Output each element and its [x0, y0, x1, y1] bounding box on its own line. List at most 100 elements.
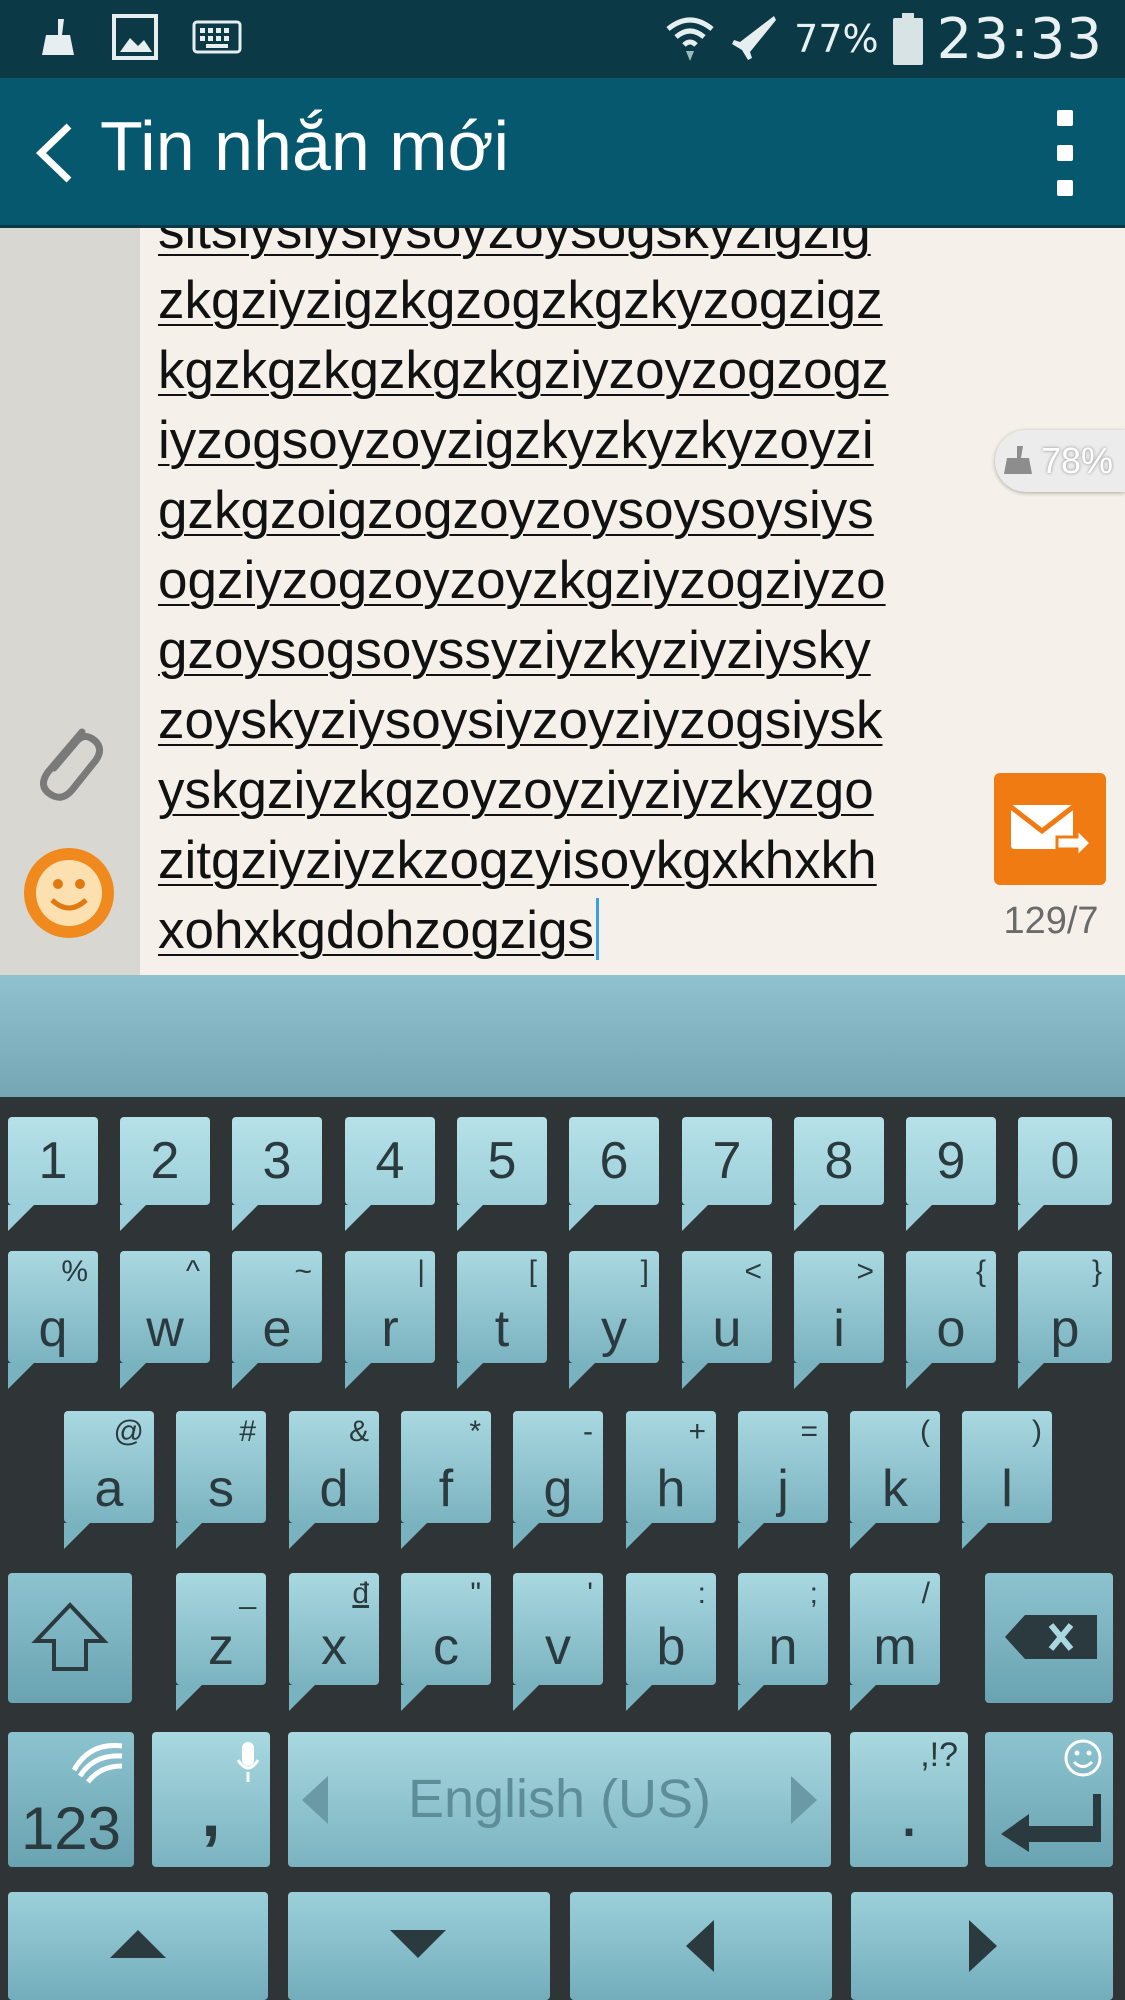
key-d[interactable]: & d [289, 1411, 379, 1549]
screen: 77% 23:33 Tin nhắn mới sitsiysiysiysoyzo… [0, 0, 1125, 2000]
key-6[interactable]: 6 [569, 1117, 659, 1231]
key-2[interactable]: 2 [120, 1117, 210, 1231]
key-s[interactable]: # s [176, 1411, 266, 1549]
broom-icon [1003, 446, 1032, 474]
backspace-key[interactable] [985, 1573, 1113, 1703]
key-x[interactable]: đx [289, 1573, 379, 1711]
key-p[interactable]: } p [1018, 1251, 1112, 1389]
key-y[interactable]: ] y [569, 1251, 659, 1389]
broom-icon [38, 15, 78, 63]
comma-key[interactable]: , [152, 1732, 270, 1867]
battery-saver-percent: 78% [1040, 440, 1113, 481]
character-counter: 129/7 [1003, 900, 1099, 942]
smiley-icon [36, 860, 102, 926]
keyboard: 1 2 3 4 5 6 7 8 9 0 % q ^ w ~ e | r [t ] y < u… [0, 1097, 1125, 2000]
key-7[interactable]: 7 [682, 1117, 772, 1231]
message-line: zkgziyzigzkgzogzkgzkyzogzigz [158, 271, 883, 330]
arrow-right-icon [791, 1776, 817, 1824]
key-l[interactable]: ) l [962, 1411, 1052, 1549]
arrow-left-key[interactable] [570, 1892, 832, 2000]
key-w[interactable]: ^ w [120, 1251, 210, 1389]
paperclip-icon [40, 728, 103, 801]
message-line: ogziyzogzoyzoyzkgziyzogziyzo [158, 551, 886, 610]
chevron-left-icon [35, 123, 72, 183]
arrow-down-icon [390, 1930, 446, 1958]
airplane-mode-icon [730, 12, 780, 66]
key-5[interactable]: 5 [457, 1117, 547, 1231]
enter-key[interactable] [985, 1732, 1113, 1867]
key-r[interactable]: | r [345, 1251, 435, 1389]
key-v[interactable]: ' v [513, 1573, 603, 1711]
compose-area: sitsiysiysiysoyzoysogskyzigzig zkgziyzig… [0, 228, 1125, 975]
key-b[interactable]: :b [626, 1573, 716, 1711]
key-a[interactable]: @ a [64, 1411, 154, 1549]
key-i[interactable]: > i [794, 1251, 884, 1389]
key-m[interactable]: / m [850, 1573, 940, 1711]
keyboard-icon [192, 20, 242, 58]
page-title: Tin nhắn mới [100, 107, 510, 185]
key-9[interactable]: 9 [906, 1117, 996, 1231]
shift-icon [31, 1602, 109, 1671]
key-q[interactable]: % q [8, 1251, 98, 1389]
key-h[interactable]: + h [626, 1411, 716, 1549]
key-k[interactable]: (k [850, 1411, 940, 1549]
key-t[interactable]: [t [457, 1251, 547, 1389]
arrow-left-icon [686, 1920, 714, 1972]
status-right-icons: 77% 23:33 [664, 0, 1103, 78]
wifi-icon [664, 11, 716, 67]
key-u[interactable]: < u [682, 1251, 772, 1389]
message-line: xohxkgdohzogzigs [158, 901, 595, 960]
arrow-up-key[interactable] [8, 1892, 268, 2000]
arrow-up-icon [110, 1930, 166, 1958]
back-button[interactable] [20, 116, 90, 190]
status-left-icons [38, 14, 242, 64]
message-input[interactable]: sitsiysiysiysoyzoysogskyzigzig zkgziyzig… [158, 228, 978, 966]
message-line-last: xohxkgdohzogzigs [158, 896, 978, 966]
status-bar: 77% 23:33 [0, 0, 1125, 78]
app-bar: Tin nhắn mới [0, 78, 1125, 228]
message-line: zoyskyziysoysiyzoyziyzogsiysk [158, 691, 883, 750]
text-cursor [596, 898, 600, 960]
message-line: sitsiysiysiysoyzoysogskyzigzig [158, 228, 871, 260]
key-e[interactable]: ~ e [232, 1251, 322, 1389]
message-line: kgzkgzkgzkgzkgziyzoyzogzogz [158, 341, 889, 400]
key-0[interactable]: 0 [1018, 1117, 1112, 1231]
key-f[interactable]: * f [401, 1411, 491, 1549]
key-4[interactable]: 4 [345, 1117, 435, 1231]
suggestion-strip [0, 975, 1125, 1097]
smiley-icon [1064, 1739, 1102, 1777]
message-line: iyzogsoyzoyzigzkyzkyzkyzoyzi [158, 411, 874, 470]
symbols-key[interactable]: 123 [8, 1732, 134, 1867]
battery-icon [892, 13, 923, 65]
arrow-right-key[interactable] [851, 1892, 1113, 2000]
send-message-icon [1009, 805, 1093, 861]
key-j[interactable]: = j [738, 1411, 828, 1549]
key-g[interactable]: -g [513, 1411, 603, 1549]
overflow-menu-button[interactable] [1045, 110, 1085, 196]
swiftkey-logo-icon [71, 1743, 123, 1784]
key-1[interactable]: 1 [8, 1117, 98, 1231]
key-z[interactable]: _ z [176, 1573, 266, 1711]
clock: 23:33 [936, 6, 1103, 72]
message-line: gzkgzoigzogzoyzoysoysoysiys [158, 481, 874, 540]
overflow-menu-icon [1057, 110, 1073, 126]
arrow-down-key[interactable] [288, 1892, 550, 2000]
battery-percent: 77% [794, 17, 879, 61]
battery-saver-badge[interactable]: 78% [995, 430, 1125, 492]
message-line: yskgziyzkgzoyzoyziyziyzkyzgo [158, 761, 874, 820]
send-button[interactable] [994, 773, 1106, 885]
key-n[interactable]: ; n [738, 1573, 828, 1711]
backspace-icon [1005, 1615, 1097, 1659]
attach-button[interactable] [30, 718, 110, 808]
shift-key[interactable] [8, 1573, 132, 1703]
message-line: zitgziyziyzkzogzyisoykgxkhxkh [158, 831, 877, 890]
key-3[interactable]: 3 [232, 1117, 322, 1231]
period-key[interactable]: ,!? . [850, 1732, 968, 1867]
image-icon [112, 14, 158, 64]
key-o[interactable]: {o [906, 1251, 996, 1389]
space-key[interactable]: English (US) [288, 1732, 831, 1867]
arrow-right-icon [969, 1920, 997, 1972]
key-c[interactable]: " c [401, 1573, 491, 1711]
key-8[interactable]: 8 [794, 1117, 884, 1231]
emoji-button[interactable] [24, 848, 114, 938]
